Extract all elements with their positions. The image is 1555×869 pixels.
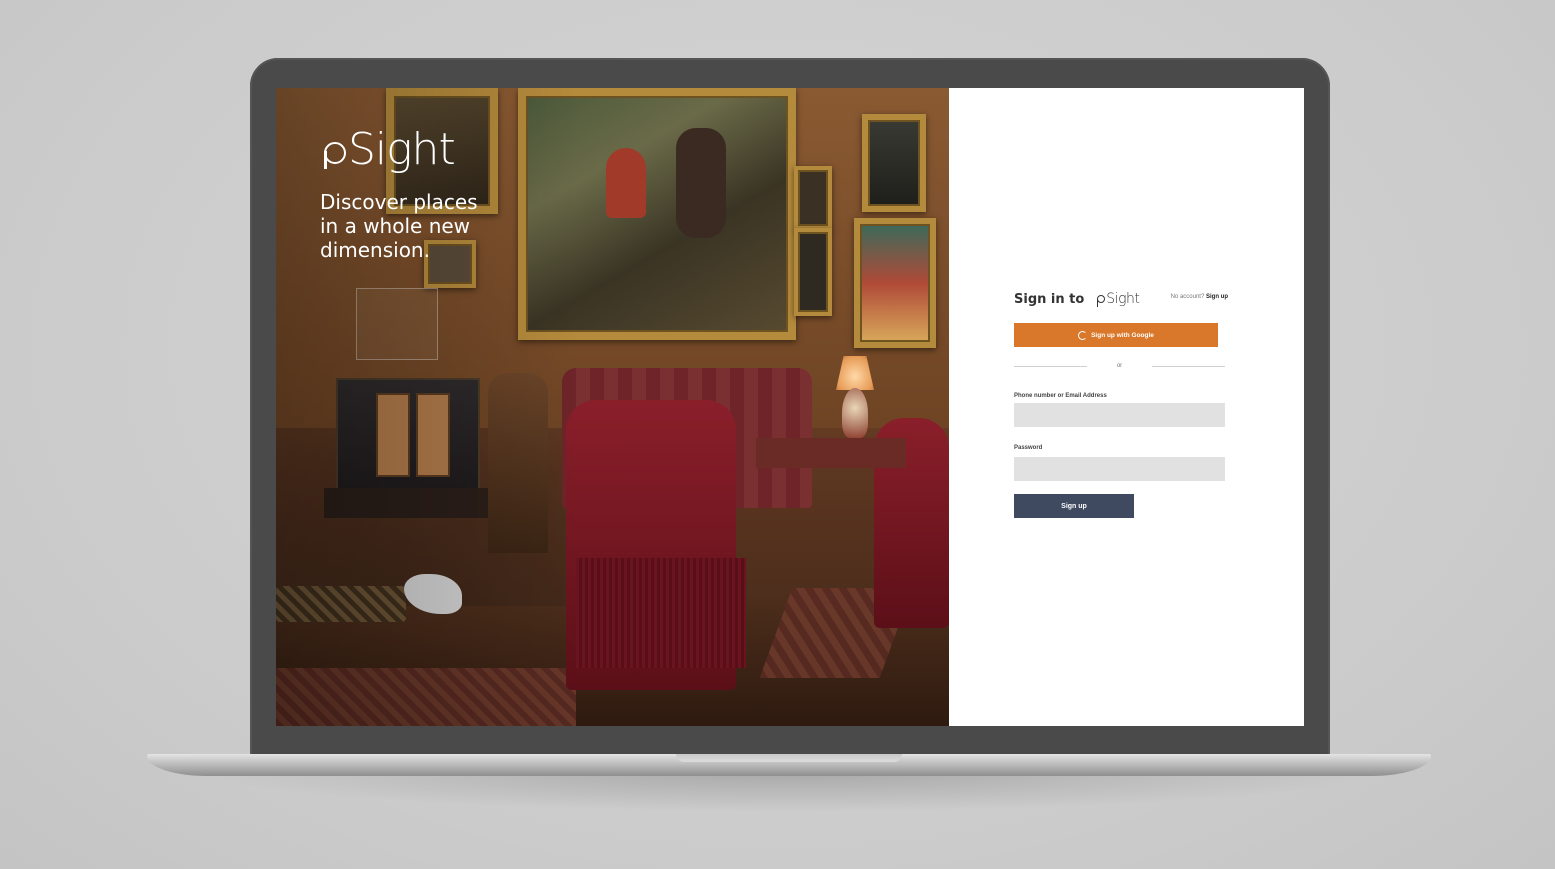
brand-p-icon [320,141,346,169]
divider-or-text: or [1116,363,1123,369]
password-field[interactable] [1014,457,1225,481]
email-field[interactable] [1014,403,1225,427]
hero-tagline-line-2: in a whole new [320,214,471,238]
form-brand-text: Sight [1106,291,1140,307]
hero-overlay [276,88,949,726]
google-button-label: Sign up with Google [1091,331,1154,339]
password-field-label: Password [1014,445,1043,451]
divider-line-right [1152,365,1225,367]
hero-panel: Sight Discover places in a whole new dim… [276,88,949,726]
signin-form: Sign in to Sight No account? Sign up Sig… [1014,288,1228,518]
or-divider: or [1014,363,1225,369]
form-header: Sign in to Sight No account? Sign up [1014,288,1228,310]
hero-brand-logo: Sight [320,124,456,175]
no-account-prompt: No account? Sign up [1171,294,1228,300]
hero-tagline-line-1: Discover places [320,190,478,214]
form-title: Sign in to [1014,291,1085,307]
brand-p-icon-small [1096,294,1106,307]
form-brand-logo: Sight [1096,291,1140,307]
hero-brand-text: Sight [348,124,456,175]
signup-link[interactable]: Sign up [1206,294,1228,300]
email-field-label: Phone number or Email Address [1014,393,1107,399]
divider-line-left [1014,365,1087,367]
hero-tagline: Discover places in a whole new dimension… [320,190,520,262]
no-account-text: No account? [1170,294,1205,300]
laptop-notch [676,754,902,762]
mockup-stage: Sight Discover places in a whole new dim… [0,0,1555,869]
signup-submit-button[interactable]: Sign up [1014,494,1134,518]
hero-tagline-line-3: dimension. [320,238,430,262]
google-g-icon [1078,330,1088,340]
signin-panel: Sign in to Sight No account? Sign up Sig… [949,88,1304,726]
google-signup-button[interactable]: Sign up with Google [1014,323,1218,347]
laptop-screen: Sight Discover places in a whole new dim… [276,88,1304,726]
laptop-shadow [200,772,1380,812]
